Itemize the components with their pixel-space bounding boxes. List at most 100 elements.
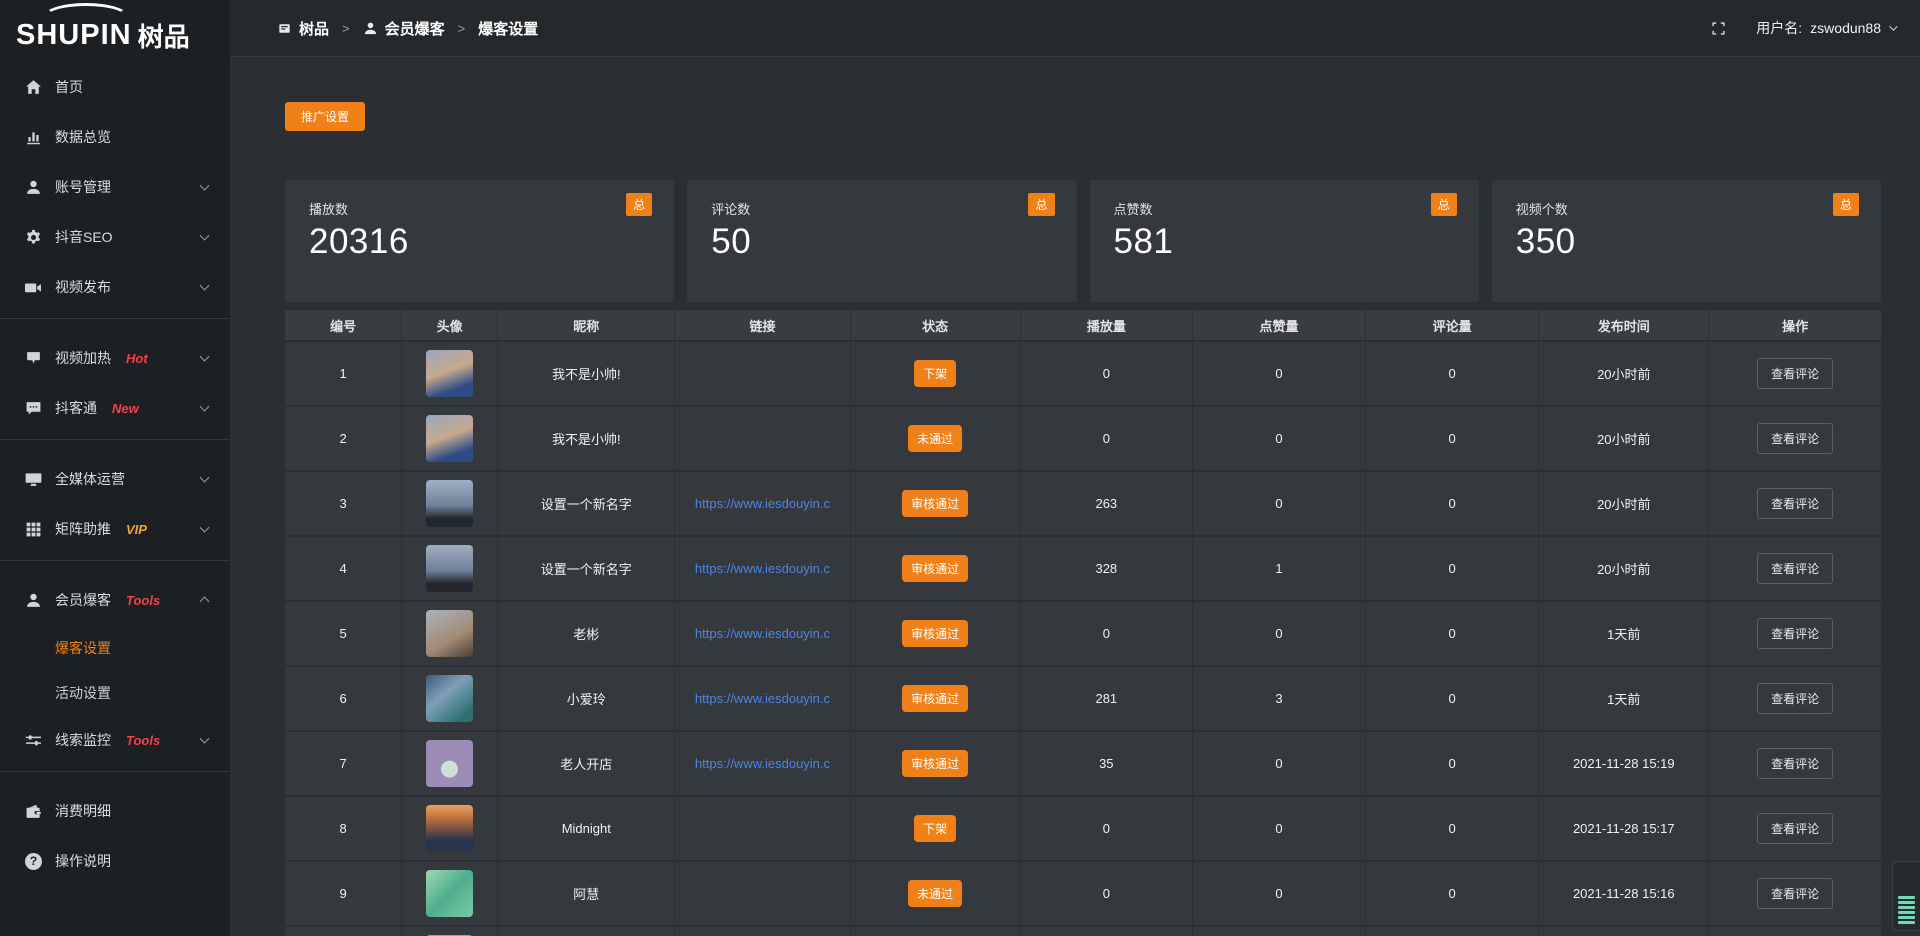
cell-actions: 查看评论: [1709, 472, 1881, 535]
view-comments-button[interactable]: 查看评论: [1757, 878, 1833, 909]
video-link[interactable]: https://www.iesdouyin.c: [681, 626, 843, 641]
cell-status: 未通过: [851, 407, 1021, 470]
user-label: 用户名:: [1756, 18, 1802, 38]
user-dropdown[interactable]: 用户名: zswodun88: [1756, 18, 1895, 38]
cell-avatar: [402, 407, 498, 470]
sidebar-item-member[interactable]: 会员爆客Tools: [0, 575, 230, 625]
column-header: 点赞量: [1193, 310, 1366, 340]
sidebar-item-sliders[interactable]: 线索监控Tools: [0, 715, 230, 765]
cell-actions: 查看评论: [1709, 667, 1881, 730]
status-badge: 未通过: [908, 425, 962, 452]
cell-nickname: 我不是小帅!: [498, 407, 675, 470]
cell-comments: 0: [1366, 537, 1539, 600]
cell-actions: 查看评论: [1709, 537, 1881, 600]
username: zswodun88: [1810, 20, 1881, 36]
cell-comments: 0: [1366, 472, 1539, 535]
view-comments-button[interactable]: 查看评论: [1757, 683, 1833, 714]
stat-cards: 播放数 20316 总 评论数 50 总 点赞数 581 总 视频个数 350 …: [285, 180, 1881, 302]
view-comments-button[interactable]: 查看评论: [1757, 813, 1833, 844]
sidebar-item-chat[interactable]: 抖客通New: [0, 383, 230, 433]
chevron-down-icon: [200, 352, 210, 362]
doc-icon: [277, 21, 292, 36]
view-comments-button[interactable]: 查看评论: [1757, 553, 1833, 584]
cell-plays: 0: [1021, 862, 1193, 925]
cell-plays: 328: [1021, 537, 1193, 600]
column-header: 链接: [675, 310, 850, 340]
status-badge: 审核通过: [902, 620, 968, 647]
view-comments-button[interactable]: 查看评论: [1757, 748, 1833, 779]
view-comments-button[interactable]: 查看评论: [1757, 488, 1833, 519]
view-comments-button[interactable]: 查看评论: [1757, 358, 1833, 389]
cell-link: https://www.iesdouyin.c: [675, 537, 850, 600]
stat-card-plays: 播放数 20316 总: [285, 180, 674, 302]
cell-avatar: [402, 797, 498, 860]
sidebar-item-label: 会员爆客: [55, 590, 111, 610]
cell-status: 未通过: [851, 862, 1021, 925]
fullscreen-icon[interactable]: [1711, 21, 1726, 36]
sidebar-menu: 首页数据总览账号管理抖音SEO视频发布视频加热Hot抖客通New 全媒体运营矩阵助…: [0, 62, 230, 886]
cell-plays: 0: [1021, 602, 1193, 665]
status-badge: 审核通过: [902, 685, 968, 712]
status-badge: 下架: [914, 360, 956, 387]
menu-tag: Hot: [126, 351, 148, 366]
total-badge: 总: [1833, 193, 1859, 216]
status-badge: 审核通过: [902, 750, 968, 777]
table-row: 8Midnight下架0002021-11-28 15:17查看评论: [285, 797, 1881, 860]
logo-text-cn: 树品: [138, 24, 190, 50]
sidebar-item-home[interactable]: 首页: [0, 62, 230, 112]
breadcrumb-item-current[interactable]: 爆客设置: [478, 18, 538, 39]
sidebar-subitem[interactable]: 爆客设置: [0, 625, 230, 670]
cell-status: 审核通过: [851, 537, 1021, 600]
sidebar-item-grid[interactable]: 矩阵助推VIP: [0, 504, 230, 554]
video-link[interactable]: https://www.iesdouyin.c: [681, 561, 843, 576]
breadcrumb-item-home[interactable]: 树品: [277, 18, 329, 39]
view-comments-button[interactable]: 查看评论: [1757, 618, 1833, 649]
stat-card-likes: 点赞数 581 总: [1090, 180, 1479, 302]
sidebar-subitem[interactable]: 活动设置: [0, 670, 230, 715]
cell-link: [675, 797, 850, 860]
cell-actions: [1709, 927, 1881, 936]
view-comments-button[interactable]: 查看评论: [1757, 423, 1833, 454]
user-area: 用户名: zswodun88: [1711, 18, 1895, 38]
stat-card-comments: 评论数 50 总: [687, 180, 1076, 302]
sidebar-item-monitor[interactable]: 全媒体运营: [0, 454, 230, 504]
column-header: 评论量: [1366, 310, 1539, 340]
total-badge: 总: [1431, 193, 1457, 216]
column-header: 头像: [402, 310, 498, 340]
video-link[interactable]: https://www.iesdouyin.c: [681, 756, 843, 771]
menu-divider: [0, 560, 230, 561]
sidebar-item-heat[interactable]: 视频加热Hot: [0, 333, 230, 383]
cell-time: [1539, 927, 1709, 936]
cell-likes: 0: [1193, 862, 1366, 925]
cell-nickname: [498, 927, 675, 936]
sidebar-item-video[interactable]: 视频发布: [0, 262, 230, 312]
chevron-down-icon: [200, 734, 210, 744]
video-icon: [25, 279, 42, 296]
sidebar-item-chart[interactable]: 数据总览: [0, 112, 230, 162]
cell-avatar: [402, 927, 498, 936]
main-content: 推广设置 播放数 20316 总 评论数 50 总 点赞数 581 总 视频个数…: [230, 58, 1920, 936]
cell-plays: 35: [1021, 732, 1193, 795]
cell-time: 20小时前: [1539, 407, 1709, 470]
chevron-down-icon: [200, 281, 210, 291]
floating-widget[interactable]: [1892, 861, 1920, 931]
sidebar-item-question[interactable]: ?操作说明: [0, 836, 230, 886]
wallet-icon: [25, 803, 42, 820]
sidebar-item-gear[interactable]: 抖音SEO: [0, 212, 230, 262]
cell-status: 审核通过: [851, 732, 1021, 795]
stat-value: 581: [1114, 222, 1455, 262]
video-link[interactable]: https://www.iesdouyin.c: [681, 691, 843, 706]
promo-settings-button[interactable]: 推广设置: [285, 102, 365, 131]
sidebar-item-wallet[interactable]: 消费明细: [0, 786, 230, 836]
cell-link: https://www.iesdouyin.c: [675, 667, 850, 730]
cell-status: 审核通过: [851, 472, 1021, 535]
chevron-up-icon: [200, 596, 210, 606]
video-link[interactable]: https://www.iesdouyin.c: [681, 496, 843, 511]
widget-bar: [1898, 921, 1915, 924]
stat-value: 50: [711, 222, 1052, 262]
table-row: 3设置一个新名字https://www.iesdouyin.c审核通过26300…: [285, 472, 1881, 535]
sidebar-item-user[interactable]: 账号管理: [0, 162, 230, 212]
cell-plays: 281: [1021, 667, 1193, 730]
breadcrumb-item-member[interactable]: 会员爆客: [363, 18, 445, 39]
breadcrumb: 树品 > 会员爆客 > 爆客设置: [277, 18, 538, 39]
